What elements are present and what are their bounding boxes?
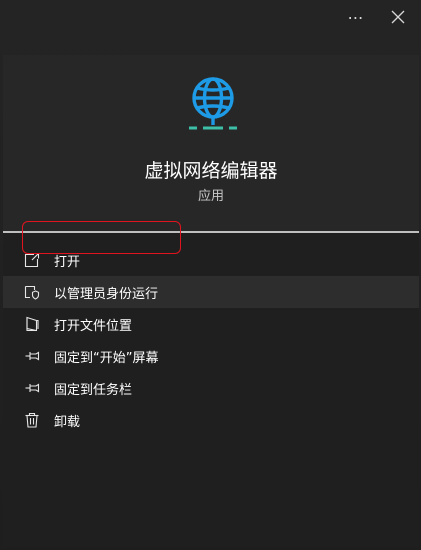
- menu-item-label: 打开: [54, 254, 81, 270]
- menu-item-label: 固定到任务栏: [54, 382, 133, 398]
- pin-icon: [25, 383, 40, 393]
- app-name: 虚拟网络编辑器: [144, 160, 278, 182]
- app-type-label: 应用: [197, 189, 224, 204]
- start-menu-app-flyout: ⋯ 虚拟网络编辑器 应用 打开 以管理员身份运行 打开文件位置 固定到“开始”屏…: [0, 0, 421, 550]
- more-icon: ⋯: [347, 7, 365, 27]
- menu-item-run-as-admin[interactable]: 以管理员身份运行: [3, 276, 419, 308]
- trash-icon: [25, 412, 39, 428]
- app-header: 虚拟网络编辑器 应用: [3, 55, 419, 231]
- menu-item-label: 固定到“开始”屏幕: [54, 350, 159, 366]
- menu-item-pin-to-taskbar[interactable]: 固定到任务栏: [3, 372, 419, 404]
- pin-icon: [25, 351, 40, 361]
- menu-item-open[interactable]: 打开: [3, 244, 419, 276]
- menu-item-uninstall[interactable]: 卸载: [3, 404, 419, 436]
- divider: [3, 231, 419, 233]
- shield-icon: [24, 285, 40, 300]
- more-options-button[interactable]: ⋯: [336, 0, 376, 34]
- context-menu: 打开 以管理员身份运行 打开文件位置 固定到“开始”屏幕 固定到任务栏 卸载: [3, 244, 419, 436]
- open-icon: [24, 252, 40, 268]
- close-icon: [391, 10, 405, 24]
- menu-item-open-file-location[interactable]: 打开文件位置: [3, 308, 419, 340]
- close-button[interactable]: [378, 0, 418, 34]
- menu-item-pin-to-start[interactable]: 固定到“开始”屏幕: [3, 340, 419, 372]
- menu-item-label: 以管理员身份运行: [54, 286, 159, 302]
- folder-icon: [26, 316, 39, 332]
- globe-network-icon: [189, 77, 237, 130]
- app-panel: 虚拟网络编辑器 应用 打开 以管理员身份运行 打开文件位置 固定到“开始”屏幕 …: [3, 55, 419, 547]
- menu-item-label: 打开文件位置: [54, 318, 133, 334]
- menu-item-label: 卸载: [54, 414, 81, 430]
- title-bar: ⋯: [0, 0, 421, 38]
